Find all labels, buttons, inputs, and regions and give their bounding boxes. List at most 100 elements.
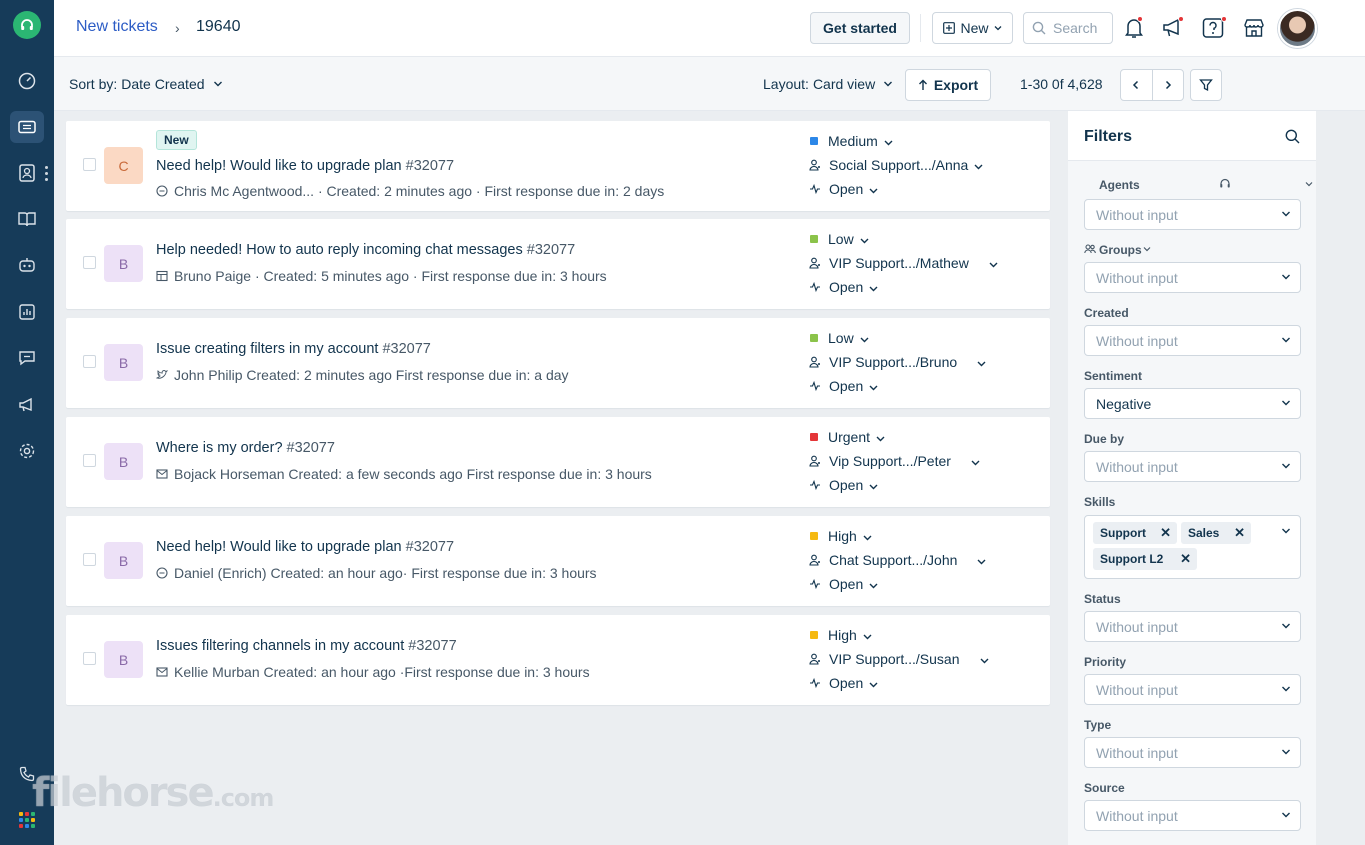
group-agent-dropdown[interactable]: VIP Support.../Mathew xyxy=(809,255,998,271)
agents-label: Agents xyxy=(1099,178,1140,192)
source-select[interactable]: Without input xyxy=(1084,800,1301,831)
ticket-subject-link[interactable]: Where is my order? #32077 xyxy=(156,440,335,456)
requester-avatar: B xyxy=(104,443,143,480)
more-options-icon[interactable] xyxy=(45,166,49,184)
priority-dropdown[interactable]: Medium xyxy=(809,133,893,149)
created-select[interactable]: Without input xyxy=(1084,325,1301,356)
layout-dropdown[interactable]: Layout: Card view xyxy=(763,76,893,92)
new-button[interactable]: New xyxy=(932,12,1013,44)
remove-chip-icon[interactable]: ✕ xyxy=(1234,525,1245,541)
status-dropdown[interactable]: Open xyxy=(809,675,878,691)
ticket-card[interactable]: B Issue creating filters in my account #… xyxy=(66,318,1050,408)
dashboard-icon[interactable] xyxy=(10,65,44,97)
sentiment-select[interactable]: Negative xyxy=(1084,388,1301,419)
agents-value: Without input xyxy=(1096,206,1178,223)
group-agent-dropdown[interactable]: VIP Support.../Bruno xyxy=(809,354,986,370)
priority-dropdown[interactable]: High xyxy=(809,627,872,643)
ticket-checkbox[interactable] xyxy=(83,256,96,269)
discussions-icon[interactable] xyxy=(10,342,44,374)
status-pulse-icon xyxy=(809,479,821,491)
status-dropdown[interactable]: Open xyxy=(809,477,878,493)
get-started-button[interactable]: Get started xyxy=(810,12,910,44)
ticket-card[interactable]: C New Need help! Would like to upgrade p… xyxy=(66,121,1050,211)
group-agent-dropdown[interactable]: Chat Support.../John xyxy=(809,552,986,568)
priority-dropdown[interactable]: High xyxy=(809,528,872,544)
ticket-subject: Issues filtering channels in my account xyxy=(156,638,405,654)
export-button[interactable]: Export xyxy=(905,69,991,101)
remove-chip-icon[interactable]: ✕ xyxy=(1180,551,1191,567)
announcement-dot xyxy=(1178,16,1184,22)
ticket-subject-link[interactable]: Need help! Would like to upgrade plan #3… xyxy=(156,158,454,174)
priority-dot xyxy=(810,532,818,540)
chevron-down-icon xyxy=(1282,463,1290,469)
ticket-card[interactable]: B Where is my order? #32077 Bojack Horse… xyxy=(66,417,1050,507)
status-dropdown[interactable]: Open xyxy=(809,279,878,295)
ticket-card[interactable]: B Issues filtering channels in my accoun… xyxy=(66,615,1050,705)
agents-select[interactable]: Without input xyxy=(1084,199,1301,230)
reports-icon[interactable] xyxy=(10,296,44,328)
ticket-subject-link[interactable]: Issues filtering channels in my account … xyxy=(156,638,457,654)
status-value: Open xyxy=(829,181,864,197)
priority-dot xyxy=(810,433,818,441)
user-avatar[interactable] xyxy=(1278,9,1317,48)
status-dropdown[interactable]: Open xyxy=(809,576,878,592)
next-page-button[interactable] xyxy=(1153,70,1184,100)
announcements-megaphone-icon[interactable] xyxy=(1160,14,1186,42)
contacts-icon[interactable] xyxy=(10,157,44,189)
type-select[interactable]: Without input xyxy=(1084,737,1301,768)
freshdesk-logo-icon[interactable] xyxy=(13,11,41,39)
priority-dropdown[interactable]: Low xyxy=(809,330,869,346)
notifications-bell-icon[interactable] xyxy=(1121,14,1147,42)
ticket-subject-link[interactable]: Issue creating filters in my account #32… xyxy=(156,341,431,357)
tickets-icon[interactable] xyxy=(10,111,44,143)
settings-gear-icon[interactable] xyxy=(10,435,44,467)
ticket-subject-link[interactable]: Help needed! How to auto reply incoming … xyxy=(156,242,575,258)
status-dropdown[interactable]: Open xyxy=(809,378,878,394)
status-pulse-icon xyxy=(809,677,821,689)
group-agent-dropdown[interactable]: Vip Support.../Peter xyxy=(809,453,980,469)
search-icon[interactable] xyxy=(1285,129,1300,144)
ticket-card[interactable]: B Help needed! How to auto reply incomin… xyxy=(66,219,1050,309)
priority-dropdown[interactable]: Urgent xyxy=(809,429,885,445)
ticket-meta: Chris Mc Agentwood... · Created: 2 minut… xyxy=(156,183,664,199)
due-by-select[interactable]: Without input xyxy=(1084,451,1301,482)
ticket-subject-link[interactable]: Need help! Would like to upgrade plan #3… xyxy=(156,539,454,555)
priority-value: Without input xyxy=(1096,681,1178,698)
group-agent-dropdown[interactable]: VIP Support.../Susan xyxy=(809,651,989,667)
ticket-checkbox[interactable] xyxy=(83,454,96,467)
chevron-down-icon xyxy=(1282,686,1290,692)
chat-bubble-icon xyxy=(156,185,168,197)
priority-select[interactable]: Without input xyxy=(1084,674,1301,705)
ticket-checkbox[interactable] xyxy=(83,158,96,171)
ticket-checkbox[interactable] xyxy=(83,355,96,368)
sort-dropdown[interactable]: Sort by: Date Created xyxy=(69,76,223,92)
help-icon[interactable] xyxy=(1200,14,1227,42)
group-agent-dropdown[interactable]: Social Support.../Anna xyxy=(809,157,983,173)
breadcrumb-parent-link[interactable]: New tickets xyxy=(76,18,158,36)
filter-toggle-button[interactable] xyxy=(1190,69,1222,101)
bot-icon[interactable] xyxy=(10,249,44,281)
status-dropdown[interactable]: Open xyxy=(809,181,878,197)
chevron-down-icon[interactable] xyxy=(1305,181,1313,187)
priority-dropdown[interactable]: Low xyxy=(809,231,869,247)
email-icon xyxy=(156,468,168,480)
previous-page-button[interactable] xyxy=(1121,70,1153,100)
announcements-icon[interactable] xyxy=(10,389,44,421)
ticket-checkbox[interactable] xyxy=(83,553,96,566)
knowledge-base-icon[interactable] xyxy=(10,203,44,235)
requester-avatar: B xyxy=(104,245,143,282)
ticket-checkbox[interactable] xyxy=(83,652,96,665)
ticket-meta-text: Kellie Murban Created: an hour ago ·Firs… xyxy=(174,664,590,680)
status-select[interactable]: Without input xyxy=(1084,611,1301,642)
search-input[interactable]: Search xyxy=(1023,12,1113,44)
ticket-card[interactable]: B Need help! Would like to upgrade plan … xyxy=(66,516,1050,606)
created-value: Without input xyxy=(1096,332,1178,349)
skills-multiselect[interactable]: Support ✕ Sales ✕ Support L2 ✕ xyxy=(1084,515,1301,579)
marketplace-store-icon[interactable] xyxy=(1241,14,1267,42)
new-button-label: New xyxy=(960,20,989,36)
chevron-down-icon[interactable] xyxy=(1143,246,1151,252)
remove-chip-icon[interactable]: ✕ xyxy=(1160,525,1171,541)
chevron-down-icon xyxy=(1282,337,1290,343)
groups-select[interactable]: Without input xyxy=(1084,262,1301,293)
priority-dot xyxy=(810,334,818,342)
